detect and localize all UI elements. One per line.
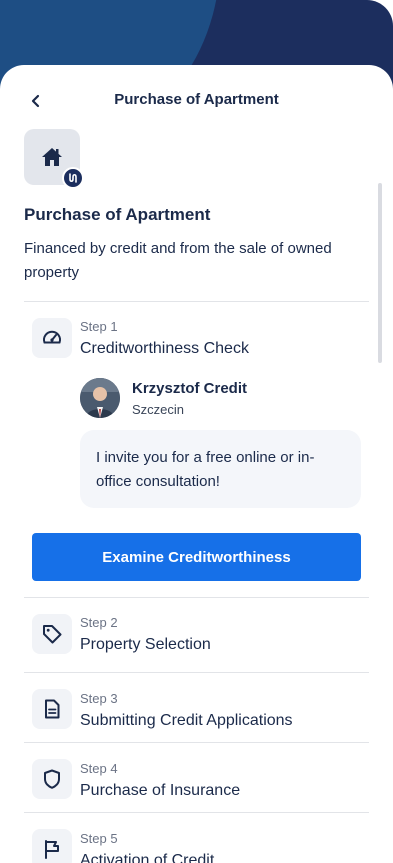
step-2-name[interactable]: Property Selection <box>80 636 211 654</box>
advisor-city: Szczecin <box>132 402 185 417</box>
property-title: Purchase of Apartment <box>24 205 211 224</box>
advisor-name: Krzysztof Credit <box>132 380 248 397</box>
page-title: Purchase of Apartment <box>114 91 279 108</box>
home-icon <box>42 148 62 166</box>
step-1-icon-tile <box>32 318 72 358</box>
divider <box>24 812 369 813</box>
step-5-icon-tile <box>32 829 72 863</box>
advisor-message-bubble: I invite you for a free online or in-off… <box>80 430 361 508</box>
scrollbar[interactable] <box>378 183 382 363</box>
speedometer-icon <box>43 330 61 344</box>
avatar <box>80 378 120 418</box>
property-description: Financed by credit and from the sale of … <box>24 240 332 281</box>
content-sheet: Purchase of Apartment Purchase of Apartm… <box>0 65 393 863</box>
top-bar: Purchase of Apartment <box>0 65 393 137</box>
step-1-number: Step 1 <box>80 319 118 334</box>
flag-icon <box>45 840 59 859</box>
step-4-number: Step 4 <box>80 761 118 776</box>
step-3-name[interactable]: Submitting Credit Applications <box>80 712 293 730</box>
step-2-icon-tile <box>32 614 72 654</box>
step-5-number: Step 5 <box>80 831 118 846</box>
divider <box>24 742 369 743</box>
divider <box>24 301 369 302</box>
shield-icon <box>44 769 60 789</box>
loan-badge-icon <box>62 167 84 189</box>
step-2-number: Step 2 <box>80 615 118 630</box>
divider <box>24 672 369 673</box>
step-4-name[interactable]: Purchase of Insurance <box>80 782 240 800</box>
document-icon <box>45 699 60 719</box>
step-3-icon-tile <box>32 689 72 729</box>
step-3-number: Step 3 <box>80 691 118 706</box>
divider <box>24 597 369 598</box>
tag-icon <box>43 625 62 644</box>
step-4-icon-tile <box>32 759 72 799</box>
step-5-name[interactable]: Activation of Credit <box>80 852 214 863</box>
step-1-name[interactable]: Creditworthiness Check <box>80 340 249 358</box>
examine-creditworthiness-button[interactable]: Examine Creditworthiness <box>32 533 361 581</box>
